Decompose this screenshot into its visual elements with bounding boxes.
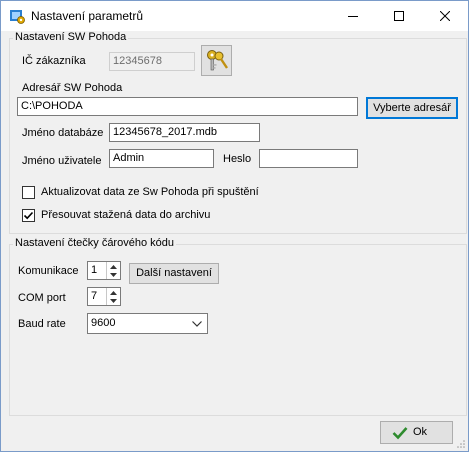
more-settings-button[interactable]: Další nastavení xyxy=(129,263,219,284)
com-port-spinner[interactable] xyxy=(106,288,120,305)
baud-rate-select[interactable]: 9600 xyxy=(87,313,208,334)
archive-checkbox[interactable] xyxy=(22,209,35,222)
app-icon xyxy=(10,10,25,24)
dir-label: Adresář SW Pohoda xyxy=(22,82,123,94)
com-port-label: COM port xyxy=(18,292,66,304)
ic-field[interactable]: 12345678 xyxy=(109,52,195,71)
choose-directory-button[interactable]: Vyberte adresář xyxy=(366,97,458,119)
archive-checkbox-label[interactable]: Přesouvat stažená data do archivu xyxy=(41,209,210,221)
checkmark-icon xyxy=(392,427,408,440)
communication-value: 1 xyxy=(91,264,98,276)
close-icon xyxy=(440,11,450,21)
maximize-button[interactable] xyxy=(376,1,422,31)
ok-button[interactable]: Ok xyxy=(380,421,453,444)
window-title: Nastavení parametrů xyxy=(31,9,144,23)
chevron-down-icon xyxy=(192,321,202,327)
minimize-button[interactable] xyxy=(330,1,376,31)
keys-button[interactable] xyxy=(201,45,232,76)
password-label: Heslo xyxy=(223,153,252,165)
communication-field[interactable]: 1 xyxy=(87,261,121,280)
communication-label: Komunikace xyxy=(18,265,79,277)
ok-label: Ok xyxy=(413,426,428,438)
baud-rate-label: Baud rate xyxy=(18,318,66,330)
spin-up-icon[interactable] xyxy=(107,288,120,296)
minimize-icon xyxy=(348,16,358,17)
title-bar: Nastavení parametrů xyxy=(1,1,468,31)
com-port-field[interactable]: 7 xyxy=(87,287,121,306)
password-field[interactable] xyxy=(259,149,358,168)
ic-label: IČ zákazníka xyxy=(22,55,86,67)
close-button[interactable] xyxy=(422,1,468,31)
communication-spinner[interactable] xyxy=(106,262,120,279)
spin-down-icon[interactable] xyxy=(107,296,120,304)
keys-icon xyxy=(207,50,228,71)
spin-down-icon[interactable] xyxy=(107,270,120,278)
update-checkbox[interactable] xyxy=(22,186,35,199)
update-checkbox-label[interactable]: Aktualizovat data ze Sw Pohoda při spušt… xyxy=(41,186,259,198)
database-field[interactable]: 12345678_2017.mdb xyxy=(109,123,260,142)
checkmark-icon xyxy=(23,211,34,220)
spin-up-icon[interactable] xyxy=(107,262,120,270)
directory-field[interactable]: C:\POHODA xyxy=(17,97,358,116)
maximize-icon xyxy=(394,11,404,21)
pohoda-group-legend: Nastavení SW Pohoda xyxy=(13,31,129,43)
com-port-value: 7 xyxy=(91,290,98,302)
resize-grip-icon[interactable] xyxy=(456,439,466,449)
database-label: Jméno databáze xyxy=(22,127,104,139)
reader-group-legend: Nastavení čtečky čárového kódu xyxy=(13,237,176,249)
baud-rate-value: 9600 xyxy=(91,317,116,329)
username-label: Jméno uživatele xyxy=(22,155,102,167)
dialog-window: Nastavení parametrů Nastavení SW Pohoda … xyxy=(0,0,469,452)
username-field[interactable]: Admin xyxy=(109,149,214,168)
